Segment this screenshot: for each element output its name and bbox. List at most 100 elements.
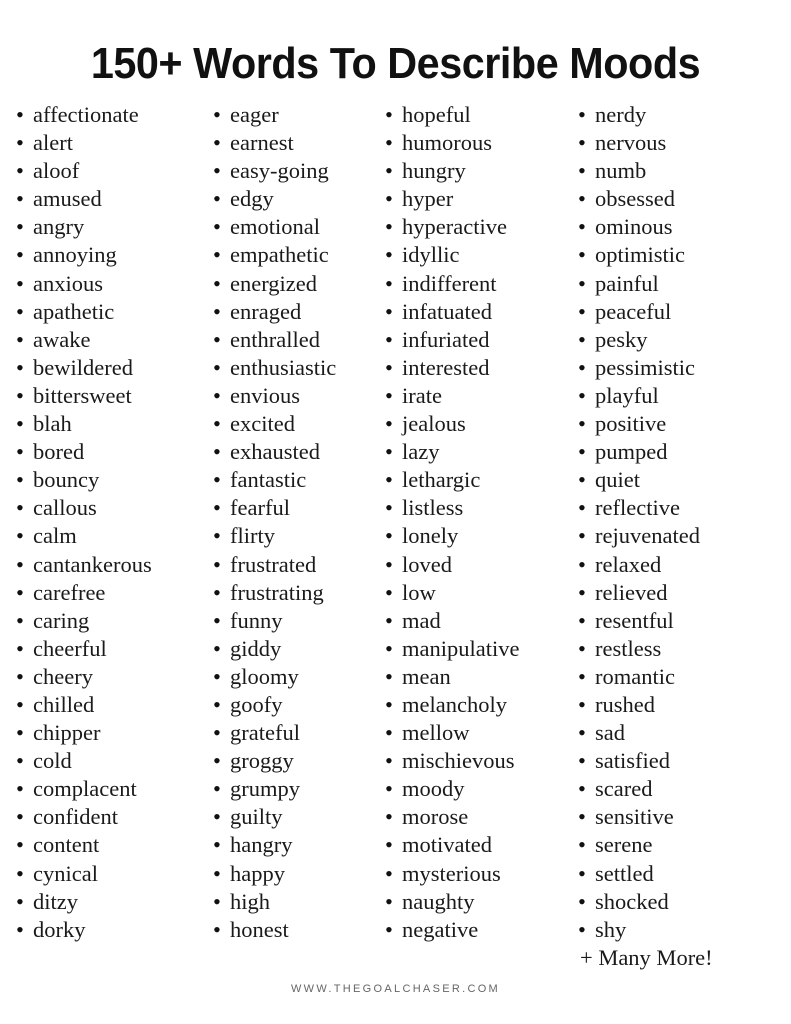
word-list-item: playful (578, 382, 791, 410)
bullet-icon (385, 466, 402, 494)
word-label: alert (33, 130, 73, 156)
word-list-item: cold (16, 747, 197, 775)
word-list-item: infatuated (385, 298, 565, 326)
bullet-icon (213, 101, 230, 129)
word-label: empathetic (230, 242, 329, 268)
bullet-icon (578, 831, 595, 859)
word-label: caring (33, 607, 90, 633)
word-label: lethargic (402, 467, 481, 493)
word-label: shocked (595, 888, 669, 914)
bullet-icon (578, 607, 595, 635)
word-label: groggy (230, 748, 294, 774)
word-list-item: affectionate (16, 101, 197, 129)
bullet-icon (578, 438, 595, 466)
bullet-icon (385, 494, 402, 522)
bullet-icon (578, 522, 595, 550)
bullet-icon (385, 213, 402, 241)
bullet-icon (578, 185, 595, 213)
word-label: chilled (33, 691, 95, 717)
bullet-icon (578, 803, 595, 831)
word-list-item: bored (16, 438, 197, 466)
word-list-item: ditzy (16, 888, 197, 916)
bullet-icon (16, 410, 33, 438)
bullet-icon (16, 326, 33, 354)
bullet-icon (213, 747, 230, 775)
word-label: irate (402, 382, 442, 408)
word-list-1: affectionate alertaloofamusedangryannoyin… (16, 101, 197, 944)
bullet-icon (385, 185, 402, 213)
word-list-item: quiet (578, 466, 791, 494)
bullet-icon (213, 691, 230, 719)
bullet-icon (385, 860, 402, 888)
word-list-item: rejuvenated (578, 522, 791, 550)
word-label: eager (230, 102, 279, 127)
word-column-1: affectionate alertaloofamusedangryannoyin… (0, 101, 197, 944)
word-label: edgy (230, 186, 274, 212)
word-label: painful (595, 270, 659, 296)
word-list-2: eager earnesteasy-goingedgyemotionalempat… (213, 101, 369, 944)
word-label: enthusiastic (230, 354, 337, 380)
word-label: hopeful (402, 102, 471, 127)
bullet-icon (385, 410, 402, 438)
bullet-icon (578, 298, 595, 326)
bullet-icon (16, 775, 33, 803)
bullet-icon (385, 551, 402, 579)
word-label: fantastic (230, 467, 307, 493)
word-list-item: callous (16, 494, 197, 522)
word-label: nerdy (595, 102, 647, 127)
bullet-icon (16, 241, 33, 269)
word-label: enraged (230, 298, 302, 324)
bullet-icon (16, 579, 33, 607)
word-label: complacent (33, 776, 137, 802)
word-list-item: restless (578, 635, 791, 663)
bullet-icon (578, 860, 595, 888)
word-list-item: obsessed (578, 185, 791, 213)
word-label: obsessed (595, 186, 675, 212)
word-column-4: nerdy nervousnumbobsessedominousoptimisti… (565, 101, 791, 972)
word-list-item: carefree (16, 579, 197, 607)
word-label: negative (402, 916, 479, 942)
word-list-item: loved (385, 551, 565, 579)
word-list-item: amused (16, 185, 197, 213)
word-list-item: pessimistic (578, 354, 791, 382)
word-list-item: sad (578, 719, 791, 747)
bullet-icon (385, 663, 402, 691)
word-label: morose (402, 804, 469, 830)
bullet-icon (16, 916, 33, 944)
word-list-item: funny (213, 607, 369, 635)
bullet-icon (578, 635, 595, 663)
bullet-icon (16, 438, 33, 466)
word-label: cantankerous (33, 551, 152, 577)
bullet-icon (578, 663, 595, 691)
bullet-icon (578, 579, 595, 607)
word-list-item: annoying (16, 241, 197, 269)
bullet-icon (385, 354, 402, 382)
word-label: listless (402, 495, 464, 521)
word-label: mean (402, 663, 451, 689)
word-label: mellow (402, 720, 470, 746)
bullet-icon (385, 522, 402, 550)
word-list-item: lonely (385, 522, 565, 550)
bullet-icon (213, 241, 230, 269)
bullet-icon (578, 382, 595, 410)
word-label: honest (230, 916, 289, 942)
word-label: cynical (33, 860, 98, 886)
word-list-item: empathetic (213, 241, 369, 269)
bullet-icon (213, 831, 230, 859)
word-label: funny (230, 607, 283, 633)
word-list-item: exhausted (213, 438, 369, 466)
bullet-icon (385, 129, 402, 157)
bullet-icon (213, 410, 230, 438)
word-label: loved (402, 551, 452, 577)
word-list-item: flirty (213, 522, 369, 550)
bullet-icon (16, 101, 33, 129)
bullet-icon (16, 354, 33, 382)
bullet-icon (213, 494, 230, 522)
bullet-icon (578, 354, 595, 382)
word-label: chipper (33, 720, 101, 746)
bullet-icon (16, 466, 33, 494)
word-label: bittersweet (33, 382, 132, 408)
bullet-icon (213, 579, 230, 607)
word-list-3: hopeful humoroushungryhyperhyperactiveidy… (385, 101, 565, 944)
word-label: mad (402, 607, 441, 633)
